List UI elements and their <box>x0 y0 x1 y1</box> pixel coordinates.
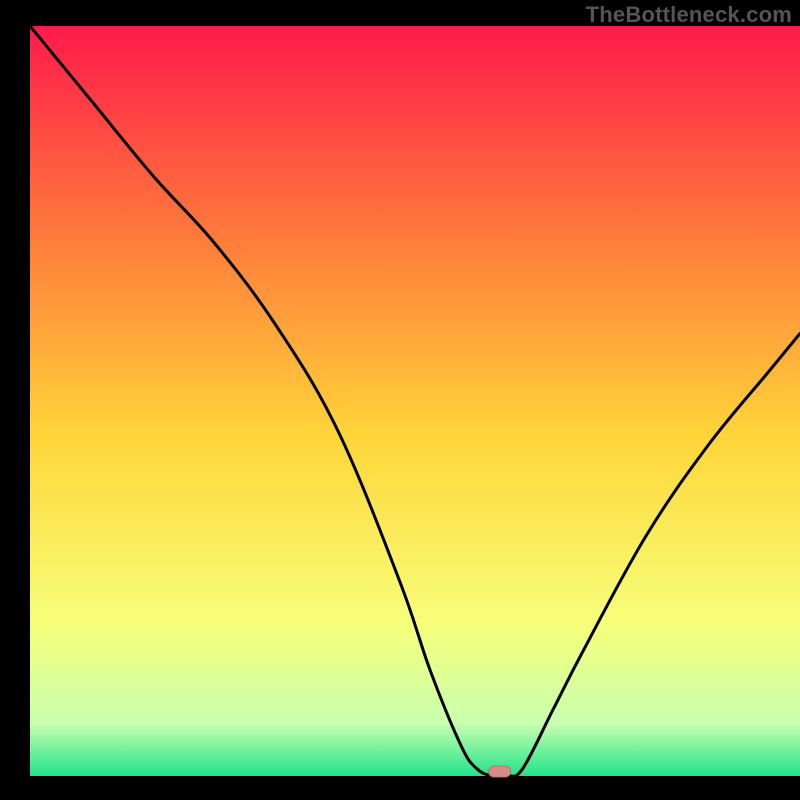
bottleneck-plot <box>0 0 800 800</box>
watermark-text: TheBottleneck.com <box>586 2 792 28</box>
plot-gradient-bg <box>30 26 800 776</box>
chart-frame: TheBottleneck.com <box>0 0 800 800</box>
optimal-marker <box>489 766 511 777</box>
